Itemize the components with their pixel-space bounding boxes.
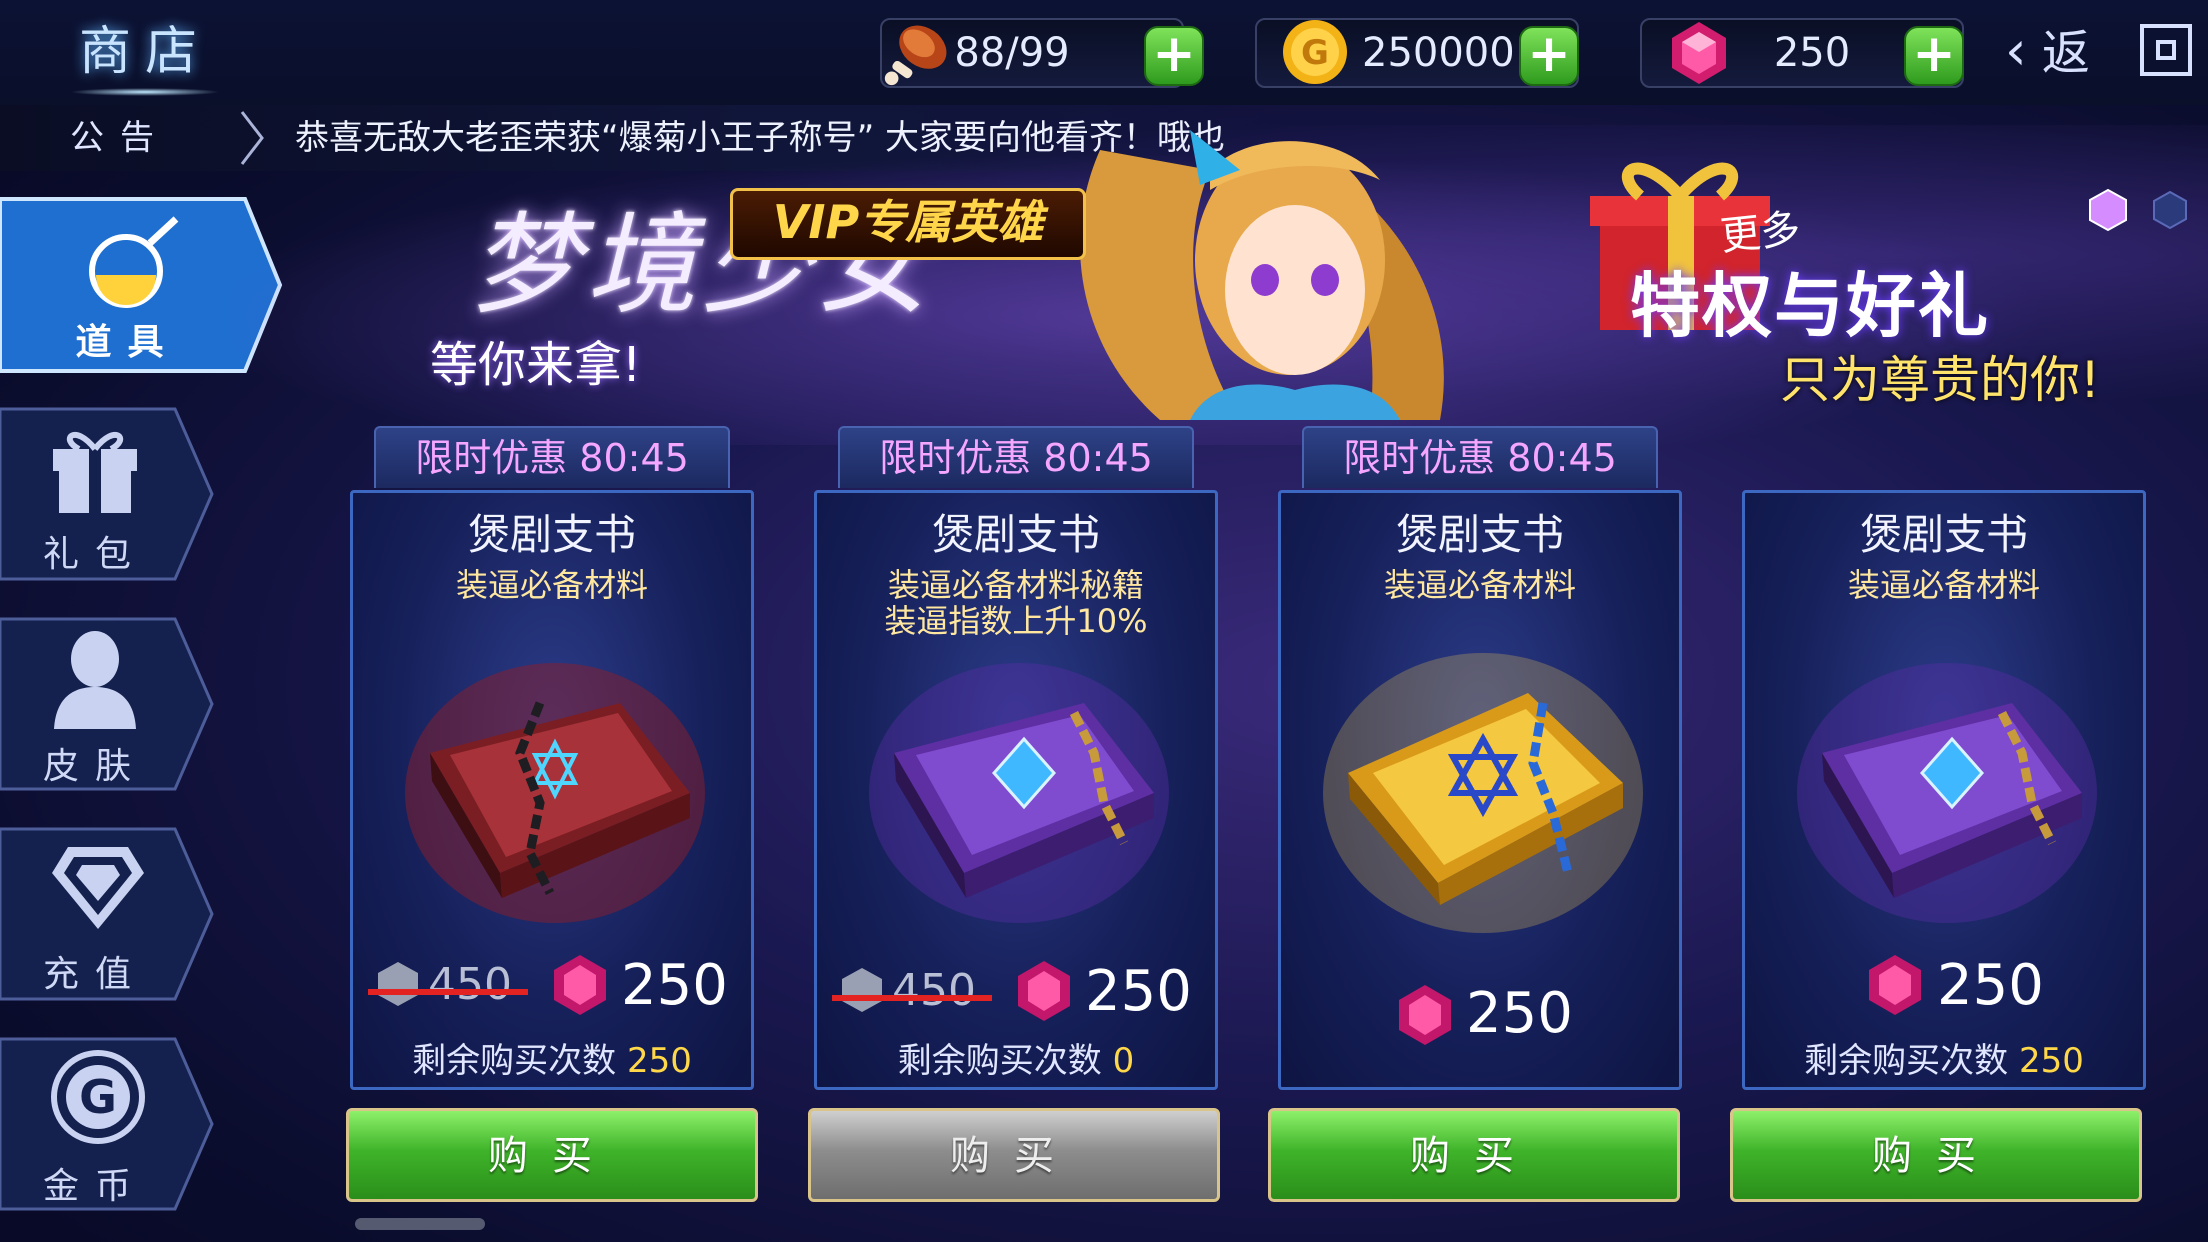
sidebar-item-gift[interactable]: 礼包 <box>0 405 214 583</box>
person-silhouette-icon <box>54 631 136 729</box>
title-glow <box>70 88 220 96</box>
remaining-purchases: 剩余购买次数 0 <box>897 1041 1135 1081</box>
product-card[interactable]: 煲剧支书 装逼必备材料 250 <box>1278 490 1682 1090</box>
product-card[interactable]: 煲剧支书 装逼必备材料秘籍 装逼指数上升10% 450 250 剩余购买次数 0 <box>814 490 1218 1090</box>
gold-coin-icon: G <box>51 1050 145 1144</box>
back-button[interactable]: ‹ 返 <box>2005 18 2135 84</box>
original-price: 450 <box>428 959 512 1010</box>
gem-value: 250 <box>1773 30 1851 76</box>
gem-icon <box>1869 955 1921 1015</box>
sidebar-item-label: 充值 <box>42 954 147 995</box>
stamina-counter: 88/99 + <box>880 18 1204 88</box>
announcement-label: 公告 <box>70 118 170 158</box>
price-row: 250 <box>1281 981 1679 1051</box>
price-row: 250 <box>1745 953 2143 1023</box>
banner-privilege-text: 特权与好礼 <box>1630 265 1990 347</box>
scrollbar[interactable] <box>355 1218 485 1230</box>
back-label: 返 <box>2041 25 2090 81</box>
price-strike <box>368 989 528 995</box>
buy-button[interactable]: 购买 <box>1730 1108 2142 1202</box>
product-desc: 装逼必备材料秘籍 装逼指数上升10% <box>884 566 1148 640</box>
product-desc: 装逼必备材料 <box>1847 566 2040 604</box>
product-card[interactable]: 煲剧支书 装逼必备材料 450 250 剩余购买次数 250 <box>350 490 754 1090</box>
page-dot-active[interactable] <box>2086 188 2130 232</box>
banner-subtitle: 等你来拿! <box>430 337 642 393</box>
remaining-purchases: 剩余购买次数 250 <box>1804 1041 2084 1081</box>
sidebar-item-label: 道具 <box>75 322 180 363</box>
stamina-value: 88/99 <box>954 30 1070 76</box>
sale-timer: 限时优惠 80:45 <box>374 426 730 488</box>
sidebar-item-gold[interactable]: G 金币 <box>0 1035 214 1213</box>
gem-icon <box>1672 22 1726 84</box>
purple-spellbook-icon <box>1797 663 2097 923</box>
product-desc: 装逼必备材料 <box>1383 566 1576 604</box>
golden-spellbook-icon <box>1323 653 1643 933</box>
gem-icon <box>1399 985 1451 1045</box>
original-price: 450 <box>892 965 976 1016</box>
product-name: 煲剧支书 <box>1859 510 2028 559</box>
product-name: 煲剧支书 <box>467 510 636 559</box>
gold-coin-icon: G <box>1283 20 1347 84</box>
sale-timer: 限时优惠 80:45 <box>1302 426 1658 488</box>
price-strike <box>832 995 992 1001</box>
svg-text:G: G <box>1301 33 1329 73</box>
price-row: 450 250 <box>353 953 751 1023</box>
potion-flask-icon <box>89 216 179 308</box>
buy-button[interactable]: 购买 <box>346 1108 758 1202</box>
sidebar-item-recharge[interactable]: 充值 <box>0 825 214 1003</box>
gem-icon <box>554 955 606 1015</box>
sidebar-item-label: 礼包 <box>42 534 147 575</box>
sidebar-item-label: 皮肤 <box>42 746 147 787</box>
gold-counter: G 250000 + <box>1255 18 1579 88</box>
vip-tag: VIP专属英雄 <box>730 188 1086 260</box>
add-gem-button[interactable]: + <box>1904 26 1964 86</box>
buy-button[interactable]: 购买 <box>1268 1108 1680 1202</box>
purple-spellbook-icon <box>869 663 1169 923</box>
diamond-icon <box>52 847 144 929</box>
add-stamina-button[interactable]: + <box>1144 26 1204 86</box>
gift-box-icon <box>53 432 137 513</box>
sale-price: 250 <box>1937 953 2044 1018</box>
price-row: 450 250 <box>817 953 1215 1024</box>
sale-price: 250 <box>1466 981 1573 1046</box>
page-dot[interactable] <box>2148 188 2192 232</box>
banner-for-you-text: 只为尊贵的你! <box>1780 351 2101 409</box>
product-name: 煲剧支书 <box>931 510 1100 559</box>
sidebar-item-label: 金币 <box>42 1166 147 1207</box>
home-button[interactable] <box>2140 24 2192 76</box>
silver-gem-icon <box>842 968 882 1012</box>
sale-price: 250 <box>1085 959 1192 1024</box>
product-card[interactable]: 煲剧支书 装逼必备材料 250 剩余购买次数 250 <box>1742 490 2146 1090</box>
gem-counter: 250 + <box>1640 18 1964 88</box>
add-gold-button[interactable]: + <box>1519 26 1579 86</box>
red-spellbook-icon <box>405 663 705 923</box>
svg-text:G: G <box>79 1070 117 1124</box>
silver-gem-icon <box>378 962 418 1006</box>
product-name: 煲剧支书 <box>1395 510 1564 559</box>
square-icon <box>2156 40 2176 60</box>
sale-timer: 限时优惠 80:45 <box>838 426 1194 488</box>
buy-button-disabled[interactable]: 购买 <box>808 1108 1220 1202</box>
sale-price: 250 <box>621 953 728 1018</box>
gem-icon <box>1018 961 1070 1021</box>
sidebar-item-skin[interactable]: 皮肤 <box>0 615 214 793</box>
gold-value: 250000 <box>1362 30 1515 76</box>
chevron-left-icon: ‹ <box>2005 19 2027 82</box>
remaining-purchases: 剩余购买次数 250 <box>412 1041 692 1081</box>
page-title: 商店 <box>78 22 211 82</box>
product-desc: 装逼必备材料 <box>455 566 648 604</box>
heroine-illustration <box>1080 130 1444 420</box>
